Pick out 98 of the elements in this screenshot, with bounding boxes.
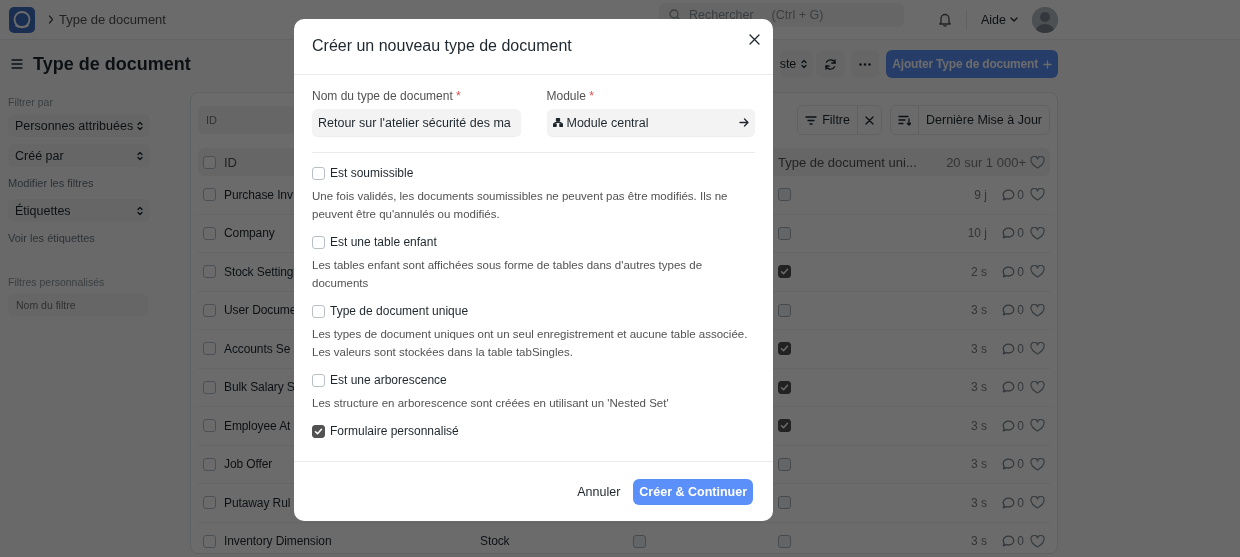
page-title: Type de document	[33, 53, 191, 75]
refresh-icon	[824, 57, 838, 71]
checkbox[interactable]	[778, 188, 791, 202]
edit-filters-link[interactable]: Modifier les filtres	[8, 177, 150, 189]
heart-icon[interactable]	[1030, 226, 1045, 240]
help-menu[interactable]: Aide	[980, 12, 1018, 27]
comment-icon	[1002, 342, 1016, 355]
comment-icon	[1002, 227, 1016, 240]
checkbox[interactable]	[203, 342, 216, 356]
table-cell[interactable]: Inventory Dimension	[224, 534, 480, 549]
column-header: ID	[224, 154, 238, 170]
help-text: Les types de document uniques ont un seul enregistrement et aucune table associée. Les valeurs sont stockées dans la table tabSingles.	[312, 327, 749, 360]
checkbox[interactable]	[778, 419, 791, 433]
dialog-title: Créer un nouveau type de document	[312, 37, 572, 55]
checkbox[interactable]	[203, 457, 216, 471]
updown-icon	[137, 150, 143, 161]
comment-icon	[1002, 381, 1016, 394]
checkbox-label[interactable]: Type de document unique	[330, 304, 469, 318]
clear-filter-button[interactable]	[857, 106, 881, 134]
comment-icon	[1002, 419, 1016, 432]
field-label: Module *	[546, 89, 595, 103]
checkbox[interactable]	[203, 155, 216, 169]
bell-icon[interactable]	[937, 12, 952, 27]
help-text: Les tables enfant sont affichées sous forme de tables dans d'autres types de documents	[312, 258, 704, 291]
plus-icon	[1043, 59, 1052, 69]
heart-icon[interactable]	[1030, 380, 1045, 394]
breadcrumb-link[interactable]: Type de document	[59, 12, 166, 27]
chevron-right-icon	[48, 15, 54, 24]
checkbox[interactable]	[203, 226, 216, 240]
app-logo[interactable]	[9, 6, 35, 33]
filter-icon	[805, 115, 818, 125]
checkbox[interactable]	[203, 265, 216, 279]
heart-icon[interactable]	[1030, 342, 1045, 356]
updown-icon	[137, 120, 143, 131]
create-button[interactable]: Créer & Continuer	[633, 478, 753, 505]
comment-icon	[1002, 535, 1016, 548]
sort-icon	[898, 114, 911, 126]
checkbox[interactable]	[203, 303, 216, 317]
updown-icon	[137, 205, 143, 216]
comment-icon	[1002, 265, 1016, 278]
name-field[interactable]: Retour sur l'atelier sécurité des ma	[312, 109, 521, 136]
updown-icon	[801, 59, 808, 69]
checkbox[interactable]	[778, 380, 791, 394]
checkbox[interactable]	[312, 235, 325, 249]
checkbox[interactable]	[203, 380, 216, 394]
help-text: Les structure en arborescence sont créées en utilisant un 'Nested Set'	[312, 396, 670, 411]
checkbox[interactable]	[312, 166, 325, 180]
checkbox-label[interactable]: Est une table enfant	[330, 235, 437, 249]
checkbox[interactable]	[778, 226, 791, 240]
help-text: Une fois validés, les documents soumissibles ne peuvent pas être modifiés. Ils ne peuvent être qu'annulés ou modifiés.	[312, 189, 729, 222]
comment-icon	[1002, 458, 1016, 471]
checkbox[interactable]	[203, 534, 216, 548]
checkbox[interactable]	[312, 373, 325, 387]
checkbox[interactable]	[778, 265, 791, 279]
checkbox[interactable]	[778, 496, 791, 510]
show-tags-link[interactable]: Voir les étiquettes	[8, 232, 150, 244]
heart-icon[interactable]	[1030, 457, 1045, 471]
checkbox[interactable]	[312, 304, 325, 318]
heart-icon[interactable]	[1030, 303, 1045, 317]
comment-icon	[1002, 304, 1016, 317]
column-header: Type de document uni...	[778, 154, 918, 170]
dots-icon	[859, 62, 872, 66]
search-icon	[668, 9, 681, 21]
hierarchy-icon	[552, 118, 563, 127]
table-cell-text: Stock	[480, 534, 511, 549]
module-field[interactable]: Module central	[546, 109, 755, 136]
comment-icon	[1002, 188, 1016, 201]
field-label: Nom du type de document *	[312, 89, 462, 103]
checkbox[interactable]	[203, 496, 216, 510]
checkbox[interactable]	[203, 188, 216, 202]
heart-icon[interactable]	[1030, 496, 1045, 510]
close-icon	[749, 34, 760, 45]
heart-icon[interactable]	[1030, 534, 1045, 548]
menu-icon[interactable]	[11, 59, 23, 69]
heart-icon[interactable]	[1030, 265, 1045, 279]
heart-icon[interactable]	[1030, 419, 1045, 433]
caret-down-icon	[1010, 17, 1018, 22]
checkbox-label[interactable]: Est une arborescence	[330, 373, 447, 387]
add-button[interactable]: Ajouter Type de document	[886, 50, 1058, 78]
close-icon	[865, 115, 874, 125]
checkbox-label[interactable]: Est soumissible	[330, 166, 414, 180]
checkbox[interactable]	[203, 419, 216, 433]
cancel-button[interactable]: Annuler	[577, 484, 621, 499]
required-mark: *	[456, 89, 461, 103]
required-mark: *	[589, 89, 594, 103]
close-button[interactable]	[749, 34, 760, 45]
checkbox[interactable]	[778, 342, 791, 356]
arrow-right-icon[interactable]	[739, 118, 749, 127]
checkbox[interactable]	[633, 534, 646, 548]
checkbox-label[interactable]: Formulaire personnalisé	[330, 424, 459, 438]
comment-icon	[1002, 496, 1016, 509]
checkbox[interactable]	[778, 457, 791, 471]
checkbox[interactable]	[778, 303, 791, 317]
heart-icon[interactable]	[1030, 188, 1045, 202]
avatar[interactable]	[1032, 6, 1058, 33]
heart-icon[interactable]	[1030, 155, 1045, 169]
checkbox[interactable]	[312, 424, 325, 438]
checkbox[interactable]	[778, 534, 791, 548]
